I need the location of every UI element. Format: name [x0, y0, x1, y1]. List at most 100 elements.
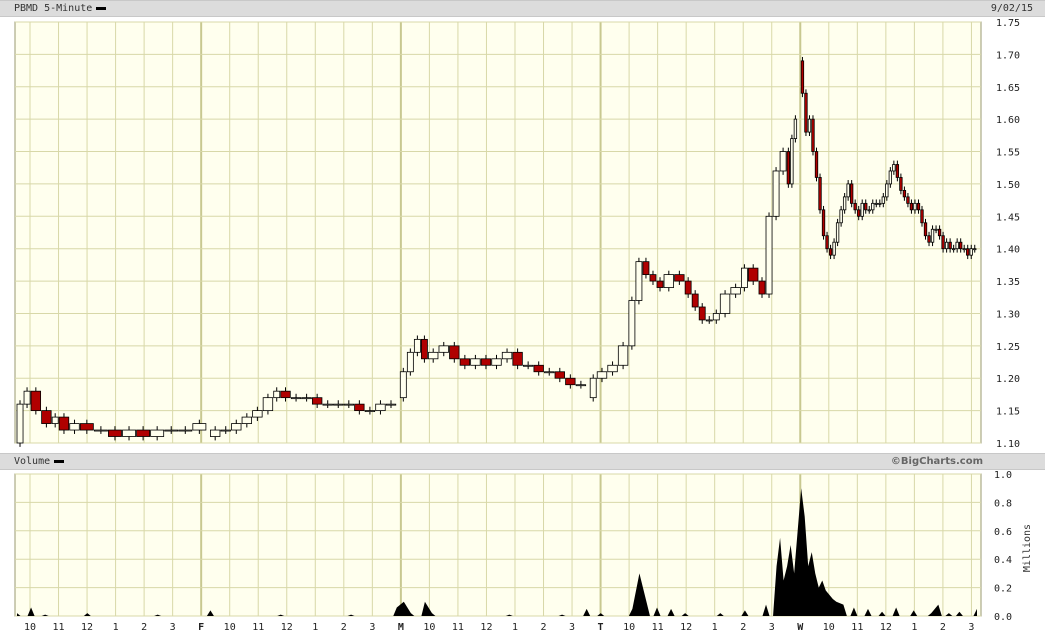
price-bar — [934, 228, 938, 231]
price-bar — [522, 364, 534, 367]
price-bar — [385, 403, 397, 406]
price-bar — [867, 209, 871, 212]
price-bar — [480, 358, 492, 366]
price-bar — [916, 202, 921, 211]
price-y-tick-label: 1.15 — [996, 407, 1020, 418]
price-bar — [941, 235, 945, 250]
price-bar — [533, 364, 544, 373]
x-tick-label: 2 — [540, 622, 546, 633]
price-bar — [150, 429, 165, 437]
price-bar — [881, 196, 885, 204]
x-tick-label: 10 — [623, 622, 635, 633]
price-y-tick-label: 1.10 — [996, 439, 1020, 450]
price-bar — [818, 177, 822, 211]
price-bar — [959, 241, 963, 250]
price-bar — [79, 423, 94, 431]
price-bar — [712, 313, 720, 321]
price-bar — [301, 397, 312, 400]
price-bar — [470, 358, 481, 366]
price-bar — [93, 429, 108, 432]
x-tick-label: 3 — [769, 622, 775, 633]
price-bar — [635, 261, 643, 301]
price-bar — [413, 338, 421, 353]
x-tick-label: 1 — [113, 622, 119, 633]
price-bar — [375, 403, 386, 412]
price-bar — [501, 351, 513, 360]
volume-y-axis: 0.0 0.2 0.4 0.6 0.8 1.0 — [994, 470, 1012, 623]
x-axis: 10 11 12 1 2 3 F 10 11 12 1 2 3 M 10 11 12 1 2 3 T 10 11 12 1 2 3 W… — [24, 622, 974, 633]
price-bar — [333, 403, 344, 406]
price-bar — [554, 371, 565, 379]
price-bar — [955, 241, 959, 250]
x-tick-label: 1 — [512, 622, 518, 633]
price-y-tick-label: 1.40 — [996, 245, 1020, 256]
price-bar — [69, 423, 80, 431]
price-bar — [241, 416, 253, 424]
x-tick-label: 11 — [252, 622, 264, 633]
x-tick-label: 10 — [823, 622, 835, 633]
price-bar — [252, 410, 263, 418]
price-bar — [811, 118, 815, 152]
price-bar — [804, 92, 808, 133]
price-y-tick-label: 1.35 — [996, 277, 1020, 288]
price-bar — [164, 429, 179, 432]
price-bar — [892, 164, 896, 172]
price-bar — [871, 202, 875, 211]
price-bar — [719, 293, 731, 314]
volume-y-tick-label: 0.8 — [994, 498, 1012, 509]
price-bar — [913, 202, 917, 211]
price-y-tick-label: 1.60 — [996, 115, 1020, 126]
price-bar — [698, 306, 706, 321]
price-y-tick-label: 1.20 — [996, 374, 1020, 385]
price-bar — [951, 248, 956, 251]
volume-y-tick-label: 0.6 — [994, 527, 1012, 538]
chart-canvas: 1.10 1.15 1.20 1.25 1.30 1.35 1.40 1.45 1.50 1.55… — [14, 18, 1033, 633]
price-bar — [853, 202, 857, 211]
price-bar — [311, 397, 323, 405]
price-bar — [23, 390, 31, 405]
price-bar — [860, 202, 864, 217]
price-bar — [973, 248, 977, 251]
price-bar — [779, 151, 787, 172]
price-bar — [878, 202, 882, 205]
price-bar — [663, 274, 674, 288]
price-bar — [786, 151, 791, 185]
x-tick-label: 1 — [312, 622, 318, 633]
price-bar — [969, 248, 973, 256]
price-bar — [596, 371, 608, 379]
price-bar — [108, 429, 122, 437]
price-bar — [262, 397, 274, 412]
price-bar — [885, 183, 889, 198]
price-bar — [730, 287, 741, 295]
price-bar — [740, 267, 748, 288]
price-bar — [649, 274, 657, 282]
price-bar — [748, 267, 759, 282]
price-bar — [895, 164, 900, 178]
x-tick-label: 3 — [569, 622, 575, 633]
price-bar — [691, 293, 699, 308]
price-bar — [948, 241, 952, 250]
price-bar — [842, 196, 847, 211]
price-bar — [902, 189, 907, 198]
x-tick-label: 11 — [53, 622, 65, 633]
price-bar — [617, 345, 629, 366]
x-tick-label: 12 — [680, 622, 692, 633]
volume-plot-area — [14, 473, 982, 617]
price-bar — [937, 228, 942, 237]
price-bar — [178, 429, 193, 432]
price-bar — [800, 60, 805, 94]
price-bar — [642, 261, 650, 275]
price-bar — [459, 358, 471, 366]
price-bar — [930, 228, 935, 243]
price-bar — [966, 248, 970, 256]
price-bar — [16, 403, 24, 444]
price-bar — [273, 390, 281, 399]
x-tick-label: 2 — [740, 622, 746, 633]
x-tick-label: 3 — [369, 622, 375, 633]
price-bar — [290, 397, 302, 400]
price-bar — [790, 138, 794, 185]
price-bar — [51, 416, 59, 424]
x-tick-label: 2 — [341, 622, 347, 633]
x-tick-label: 10 — [224, 622, 236, 633]
price-bar — [231, 423, 242, 431]
